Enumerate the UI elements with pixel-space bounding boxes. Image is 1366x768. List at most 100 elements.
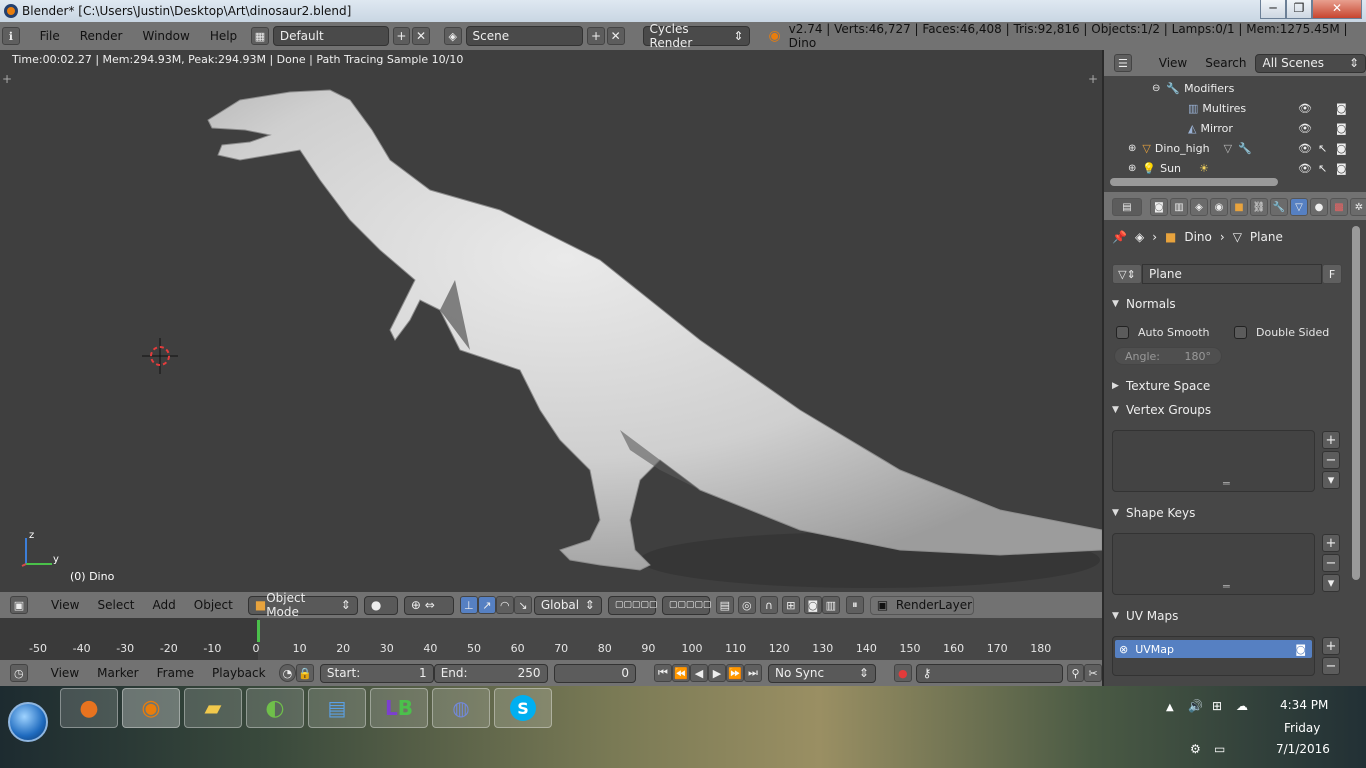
outliner-scrollbar[interactable] — [1110, 178, 1278, 186]
eye-icon[interactable]: 👁 — [1298, 162, 1312, 175]
layers-grid[interactable]: ▢▢▢▢▢ — [607, 595, 657, 615]
start-frame-field[interactable]: Start: 1 — [319, 663, 434, 683]
screen-layout-field[interactable]: Default — [272, 26, 389, 46]
taskbar-blender[interactable]: ◉ — [122, 688, 180, 728]
tray-app-icon[interactable]: ☁ — [1236, 699, 1248, 713]
add-shape-key-button[interactable]: + — [1322, 534, 1340, 552]
close-button[interactable]: ✕ — [1312, 0, 1362, 19]
jump-end-icon[interactable]: ⏭ — [744, 664, 762, 682]
timeline-menu-playback[interactable]: Playback — [203, 666, 275, 680]
shape-key-specials-button[interactable]: ▾ — [1322, 574, 1340, 592]
particles-tab-icon[interactable]: ✲ — [1350, 198, 1366, 216]
render-camera-icon[interactable]: ◙ — [1295, 643, 1306, 656]
proportional-edit-icon[interactable]: ◎ — [737, 596, 756, 614]
render-camera-icon[interactable]: ◙ — [1336, 162, 1347, 175]
taskbar-app-4[interactable]: ◐ — [246, 688, 304, 728]
object-tab-icon[interactable]: ■ — [1230, 198, 1248, 216]
world-tab-icon[interactable]: ◉ — [1210, 198, 1228, 216]
tray-network-icon[interactable]: ⚙ — [1190, 742, 1201, 756]
cursor-select-icon[interactable]: ↖ — [1318, 162, 1327, 175]
scene-field[interactable]: Scene — [465, 26, 584, 46]
taskbar-lb[interactable]: LB — [370, 688, 428, 728]
current-frame-marker[interactable] — [257, 620, 260, 642]
sync-dropdown[interactable]: No Sync ⇕ — [768, 663, 876, 683]
start-button[interactable] — [8, 702, 48, 742]
mesh-data-tab-icon[interactable]: ▽ — [1290, 198, 1308, 216]
tray-expand-icon[interactable]: ▲ — [1166, 702, 1174, 713]
collapse-icon[interactable]: ⊖ — [1152, 83, 1160, 94]
uv-map-item[interactable]: ⊗ UVMap ◙ — [1115, 640, 1312, 658]
editor-type-outliner-icon[interactable]: ☰ — [1114, 54, 1132, 72]
mode-dropdown[interactable]: ■ Object Mode ⇕ — [247, 591, 358, 619]
shading-dropdown[interactable]: ● — [363, 595, 398, 615]
pivot-dropdown[interactable]: ⊕ ⇔ — [403, 595, 454, 615]
editor-type-info-icon[interactable]: ℹ — [2, 27, 20, 45]
render-tab-icon[interactable]: ◙ — [1150, 198, 1168, 216]
taskbar-skype[interactable]: S — [494, 688, 552, 728]
viewport-menu-add[interactable]: Add — [144, 598, 185, 612]
pin-icon[interactable]: 📌 — [1112, 230, 1127, 244]
menu-window[interactable]: Window — [132, 29, 199, 43]
render-camera-icon[interactable]: ◙ — [1336, 142, 1347, 155]
fake-user-button[interactable]: F — [1322, 264, 1342, 284]
outliner-row-dino-high[interactable]: ⊕ ▽ Dino_high ▽ 🔧 👁 ↖ ◙ — [1104, 138, 1350, 158]
viewport-menu-select[interactable]: Select — [88, 598, 143, 612]
scene-icon[interactable]: ◈ — [443, 27, 462, 45]
cursor-select-icon[interactable]: ↖ — [1318, 142, 1327, 155]
editor-type-timeline-icon[interactable]: ◷ — [10, 664, 28, 682]
editor-type-properties-icon[interactable]: ▤ — [1112, 198, 1142, 216]
remove-shape-key-button[interactable]: − — [1322, 554, 1340, 572]
mesh-name-field[interactable]: Plane — [1142, 264, 1322, 284]
mesh-browse-icon[interactable]: ▽⇕ — [1112, 264, 1142, 284]
snap-icon[interactable]: ∩ — [759, 596, 778, 614]
vertex-groups-list[interactable]: ═ — [1112, 430, 1315, 492]
panel-shape-keys-header[interactable]: ▼ Shape Keys — [1112, 503, 1350, 523]
list-resize-handle[interactable]: ═ — [1223, 580, 1230, 593]
play-icon[interactable]: ▶ — [708, 664, 726, 682]
render-layer-field[interactable]: ▣ RenderLayer — [869, 595, 974, 615]
outliner-filter-dropdown[interactable]: All Scenes ⇕ — [1255, 53, 1366, 73]
material-tab-icon[interactable]: ● — [1310, 198, 1328, 216]
remove-uv-map-button[interactable]: − — [1322, 657, 1340, 675]
3d-viewport[interactable]: Time:00:02.27 | Mem:294.93M, Peak:294.93… — [0, 50, 1102, 592]
orientation-dropdown[interactable]: Global ⇕ — [533, 595, 602, 615]
jump-keyframe-forward-icon[interactable]: ⏩ — [726, 664, 744, 682]
timeline-menu-marker[interactable]: Marker — [88, 666, 147, 680]
viewport-menu-view[interactable]: View — [42, 598, 88, 612]
taskbar-explorer[interactable]: ▰ — [184, 688, 242, 728]
jump-start-icon[interactable]: ⏮ — [654, 664, 672, 682]
clock-time[interactable]: 4:34 PM — [1280, 698, 1328, 712]
remove-scene-button[interactable]: ✕ — [606, 27, 625, 45]
render-layers-tab-icon[interactable]: ▥ — [1170, 198, 1188, 216]
auto-smooth-checkbox[interactable]: Auto Smooth — [1116, 326, 1209, 339]
keying-set-field[interactable]: ⚷ — [915, 663, 1063, 683]
uv-maps-list[interactable]: ⊗ UVMap ◙ — [1112, 636, 1315, 676]
preview-range-icon[interactable]: ◔ — [278, 664, 297, 682]
mesh-datablock-selector[interactable]: ▽⇕ Plane F — [1112, 264, 1342, 284]
texture-tab-icon[interactable]: ▩ — [1330, 198, 1348, 216]
eye-icon[interactable]: 👁 — [1298, 142, 1312, 155]
menu-render[interactable]: Render — [70, 29, 133, 43]
taskbar-discord[interactable]: ◍ — [432, 688, 490, 728]
rotate-manipulator-icon[interactable]: ◠ — [495, 596, 514, 614]
record-icon[interactable]: ● — [893, 664, 912, 682]
vertex-group-specials-button[interactable]: ▾ — [1322, 471, 1340, 489]
snap-target-icon[interactable]: ⊞ — [781, 596, 800, 614]
double-sided-checkbox[interactable]: Double Sided — [1234, 326, 1329, 339]
translate-manipulator-icon[interactable]: ↗ — [477, 596, 496, 614]
outliner-row-mirror[interactable]: ◭ Mirror 👁 ◙ — [1104, 118, 1350, 138]
render-layer-toggle-icon[interactable]: ⏸ — [845, 596, 864, 614]
minimize-button[interactable]: ─ — [1260, 0, 1286, 19]
timeline-menu-view[interactable]: View — [42, 666, 88, 680]
shape-keys-list[interactable]: ═ — [1112, 533, 1315, 595]
outliner-row-multires[interactable]: ▥ Multires 👁 ◙ — [1104, 98, 1350, 118]
render-anim-icon[interactable]: ▥ — [821, 596, 840, 614]
outliner-row-modifiers[interactable]: ⊖ 🔧 Modifiers — [1104, 78, 1350, 98]
expand-icon[interactable]: ⊕ — [1128, 143, 1136, 154]
outliner[interactable]: ☰ View Search All Scenes ⇕ ⊖ 🔧 Modifiers… — [1102, 50, 1366, 192]
outliner-row-sun[interactable]: ⊕ 💡 Sun ☀ 👁 ↖ ◙ — [1104, 158, 1350, 178]
outliner-menu-view[interactable]: View — [1150, 56, 1196, 70]
panel-normals-header[interactable]: ▼ Normals — [1112, 294, 1350, 314]
panel-vertex-groups-header[interactable]: ▼ Vertex Groups — [1112, 400, 1350, 420]
taskbar-firefox[interactable]: ● — [60, 688, 118, 728]
